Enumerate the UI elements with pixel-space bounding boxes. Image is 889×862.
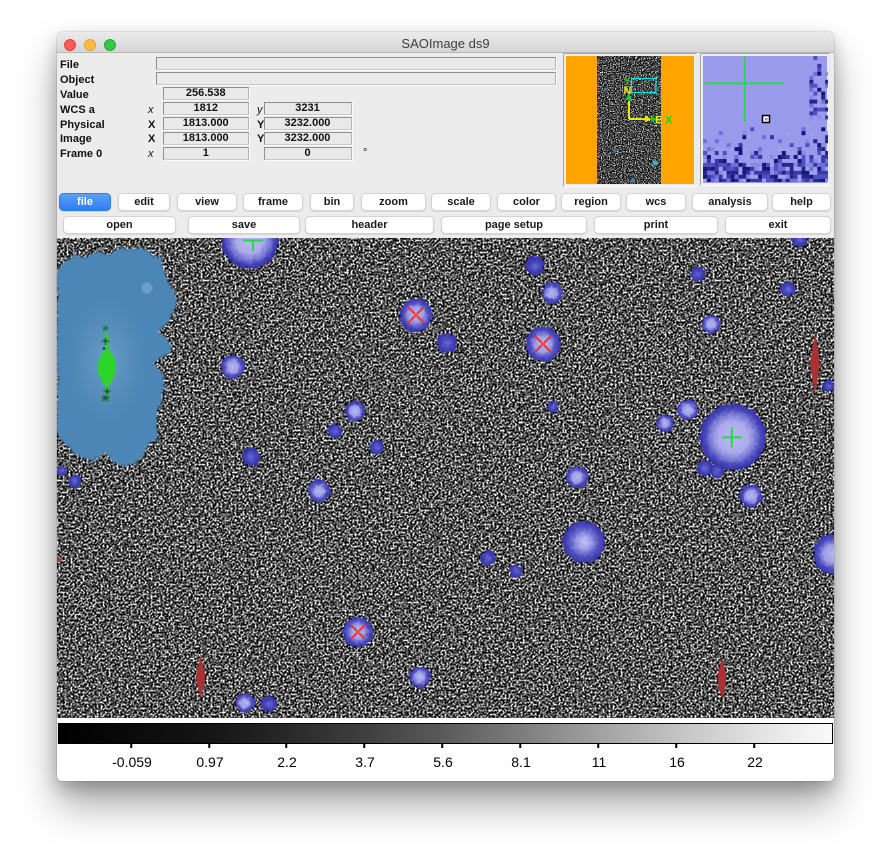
svg-text:X: X	[665, 115, 673, 127]
svg-text:N: N	[624, 85, 632, 97]
svg-text:E: E	[655, 115, 662, 127]
